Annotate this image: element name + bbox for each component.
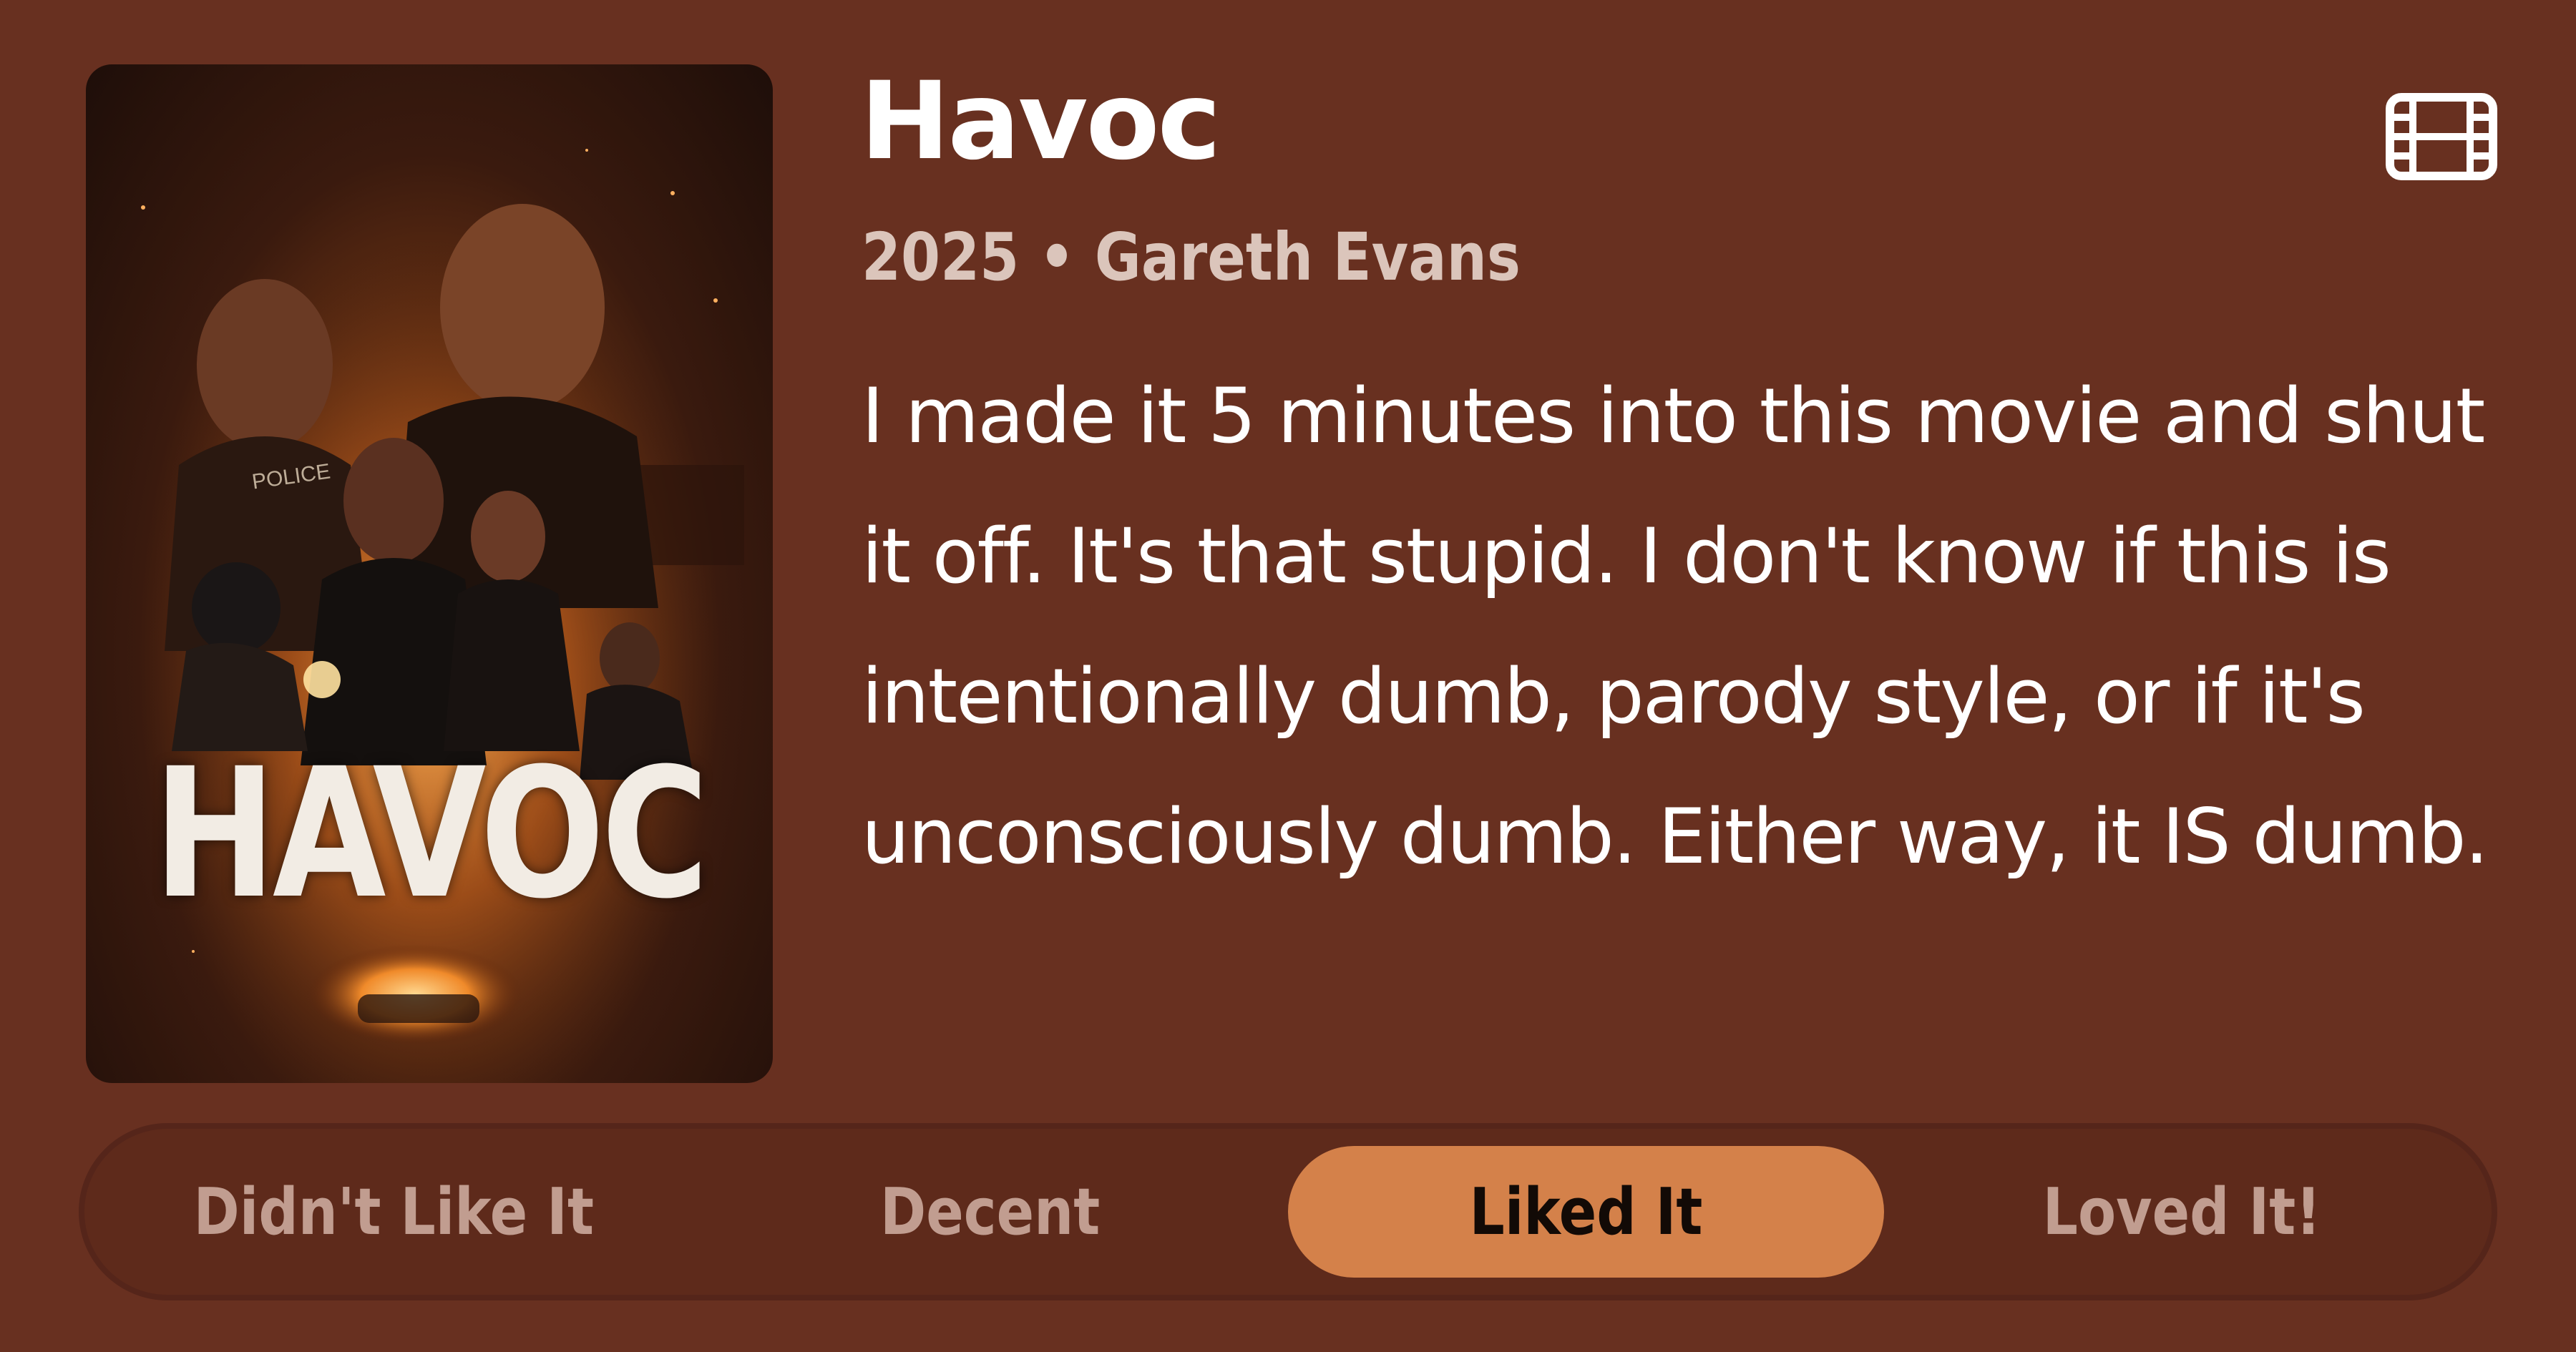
rating-option-label: Loved It! (2043, 1174, 2321, 1250)
rating-option-label: Decent (879, 1174, 1101, 1250)
rating-option-liked-it[interactable]: Liked It (1288, 1146, 1884, 1278)
rating-option-decent[interactable]: Decent (692, 1146, 1288, 1278)
rating-selector: Didn't Like It Decent Liked It Loved It! (79, 1123, 2497, 1300)
movie-title: Havoc (860, 59, 1221, 184)
rating-option-label: Liked It (1469, 1174, 1703, 1250)
meta-separator: • (1038, 219, 1075, 295)
film-icon (2386, 93, 2497, 180)
movie-director: Gareth Evans (1094, 219, 1521, 295)
rating-option-loved-it[interactable]: Loved It! (1884, 1146, 2480, 1278)
poster-title-text: HAVOC (153, 730, 708, 938)
rating-option-label: Didn't Like It (193, 1174, 595, 1250)
review-text: I made it 5 minutes into this movie and … (862, 372, 2489, 881)
movie-meta: 2025 • Gareth Evans (862, 219, 1521, 295)
movie-year: 2025 (862, 219, 1020, 295)
rating-option-didnt-like-it[interactable]: Didn't Like It (96, 1146, 692, 1278)
movie-poster[interactable]: POLICE HAVOC (86, 64, 773, 1083)
movie-review-card: POLICE HAVOC Havoc 2025 • Gareth Evans I… (0, 0, 2576, 1352)
